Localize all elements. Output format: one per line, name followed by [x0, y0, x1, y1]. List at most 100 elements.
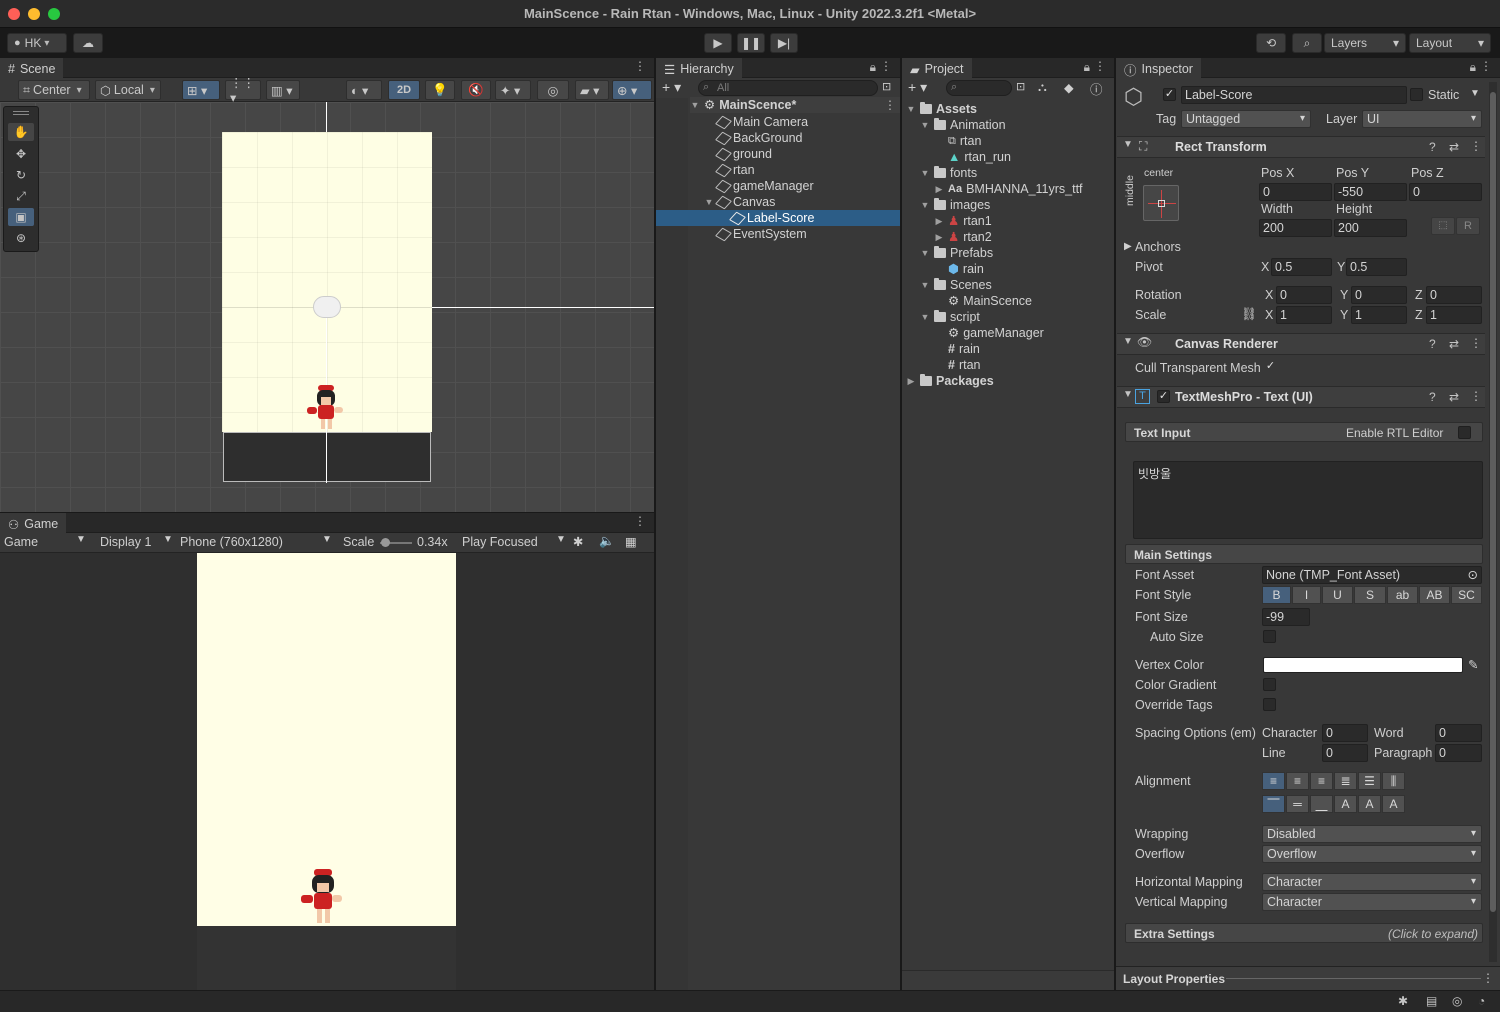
collapsed-arrow-icon[interactable]: ▶: [1124, 241, 1132, 252]
overflow-dropdown[interactable]: Overflow: [1262, 845, 1482, 863]
hierarchy-item[interactable]: EventSystem: [714, 226, 807, 242]
cache-server-icon[interactable]: ▤: [1426, 994, 1437, 1008]
scrollbar-thumb[interactable]: [1490, 92, 1496, 912]
local-space-dropdown[interactable]: ⬡ Local: [95, 80, 161, 100]
label-icon[interactable]: ◆: [1064, 80, 1074, 95]
wrapping-dropdown[interactable]: Disabled: [1262, 825, 1482, 843]
blueprint-mode-icon[interactable]: ⬚: [1431, 217, 1455, 235]
font-asset-field[interactable]: None (TMP_Font Asset) ⊙: [1262, 566, 1482, 584]
effects-dropdown[interactable]: ✦ ▾: [495, 80, 531, 100]
project-item[interactable]: ⬢ rain: [948, 261, 984, 277]
pause-button[interactable]: ❚❚: [737, 33, 765, 53]
paragraph-spacing-field[interactable]: 0: [1435, 744, 1482, 762]
object-name-field[interactable]: Label-Score: [1181, 86, 1407, 104]
extra-settings-header[interactable]: Extra Settings (Click to expand): [1125, 923, 1483, 943]
grid-visibility-button[interactable]: ⋮⋮ ▾: [225, 76, 261, 105]
project-item[interactable]: # rtan: [948, 357, 981, 373]
lighting-toggle[interactable]: 💡: [425, 80, 455, 100]
vertical-mapping-dropdown[interactable]: Character: [1262, 893, 1482, 911]
project-folder-packages[interactable]: ▶ Packages: [906, 373, 994, 389]
warning-icon[interactable]: ⓘ: [1090, 79, 1103, 98]
grid-snap-button[interactable]: ⊞ ▾: [182, 80, 220, 100]
align-capline-icon[interactable]: A: [1382, 795, 1405, 813]
align-top-icon[interactable]: ⎺: [1262, 795, 1285, 813]
hierarchy-search-input[interactable]: ⌕ All: [698, 80, 878, 96]
hierarchy-scene-row[interactable]: ▼ ⚙ MainScence*: [690, 97, 900, 113]
more-menu-icon[interactable]: ⋮: [1480, 59, 1492, 73]
layout-properties-bar[interactable]: Layout Properties ⋮: [1116, 966, 1500, 990]
search-button[interactable]: ⌕: [1292, 33, 1322, 53]
lock-icon[interactable]: 🔒︎: [870, 60, 876, 75]
preset-icon[interactable]: ⇄: [1449, 337, 1459, 351]
rotation-y-field[interactable]: 0: [1351, 286, 1407, 304]
static-checkbox[interactable]: [1410, 88, 1423, 101]
preset-icon[interactable]: ⇄: [1449, 390, 1459, 404]
align-geometry-center-icon[interactable]: ⫼: [1382, 772, 1405, 790]
scale-z-field[interactable]: 1: [1426, 306, 1482, 324]
tag-dropdown[interactable]: Untagged: [1181, 110, 1311, 128]
bold-toggle[interactable]: B: [1262, 586, 1291, 604]
resolution-dropdown[interactable]: Phone (760x1280): [180, 535, 283, 549]
project-item[interactable]: ▲ rtan_run: [948, 149, 1011, 165]
game-viewport[interactable]: [0, 553, 654, 990]
move-tool-icon[interactable]: ✥: [8, 145, 34, 163]
tab-game[interactable]: ⚇ Game: [0, 513, 67, 533]
lock-icon[interactable]: 🔒︎: [1084, 60, 1090, 75]
rtl-editor-checkbox[interactable]: [1458, 426, 1471, 439]
auto-size-checkbox[interactable]: [1263, 630, 1276, 643]
audio-icon[interactable]: 🔈: [599, 534, 615, 549]
more-menu-icon[interactable]: ⋮: [1482, 971, 1494, 985]
project-item[interactable]: ⧉ rtan: [948, 133, 981, 149]
visibility-toggle[interactable]: ◎: [537, 80, 569, 100]
help-icon[interactable]: ?: [1429, 337, 1436, 351]
tab-hierarchy[interactable]: ☰ Hierarchy: [656, 58, 742, 78]
text-input-area[interactable]: 빗방울: [1133, 461, 1483, 539]
chevron-down-icon[interactable]: ▼: [1470, 88, 1480, 99]
game-view-dropdown[interactable]: Game: [4, 535, 38, 549]
override-tags-checkbox[interactable]: [1263, 698, 1276, 711]
increment-snap-button[interactable]: ▥ ▾: [266, 80, 300, 100]
pivot-y-field[interactable]: 0.5: [1346, 258, 1407, 276]
component-enabled-checkbox[interactable]: ✓: [1157, 390, 1170, 403]
tab-scene[interactable]: # Scene: [0, 58, 64, 78]
height-field[interactable]: 200: [1334, 219, 1407, 237]
object-picker-icon[interactable]: ⊙: [1468, 567, 1478, 583]
project-item[interactable]: ▶ ♟ rtan1: [934, 213, 992, 229]
more-menu-icon[interactable]: ⋮: [1470, 139, 1482, 153]
search-options-icon[interactable]: ⊡: [1016, 80, 1025, 93]
lowercase-toggle[interactable]: ab: [1387, 586, 1418, 604]
more-menu-icon[interactable]: ⋮: [884, 98, 896, 112]
character-spacing-field[interactable]: 0: [1322, 724, 1368, 742]
italic-toggle[interactable]: I: [1292, 586, 1321, 604]
tab-inspector[interactable]: ⓘ Inspector: [1116, 58, 1201, 78]
project-item[interactable]: # rain: [948, 341, 980, 357]
scale-slider-thumb[interactable]: [381, 538, 390, 547]
scale-y-field[interactable]: 1: [1351, 306, 1407, 324]
horizontal-mapping-dropdown[interactable]: Character: [1262, 873, 1482, 891]
search-options-icon[interactable]: ⊡: [882, 80, 891, 93]
align-right-icon[interactable]: ≡: [1310, 772, 1333, 790]
pivot-x-field[interactable]: 0.5: [1271, 258, 1332, 276]
more-menu-icon[interactable]: ⋮: [1470, 336, 1482, 350]
preset-icon[interactable]: ⇄: [1449, 140, 1459, 154]
more-menu-icon[interactable]: ⋮: [1094, 59, 1106, 73]
rotation-z-field[interactable]: 0: [1426, 286, 1482, 304]
line-spacing-field[interactable]: 0: [1322, 744, 1368, 762]
help-icon[interactable]: ?: [1429, 140, 1436, 154]
hand-tool-icon[interactable]: ✋: [8, 123, 34, 141]
2d-toggle[interactable]: 2D: [388, 80, 420, 100]
inspector-scrollbar[interactable]: [1489, 82, 1497, 962]
scene-viewport[interactable]: [0, 102, 654, 512]
layers-dropdown[interactable]: Layers ▾: [1324, 33, 1406, 53]
scale-x-field[interactable]: 1: [1276, 306, 1332, 324]
add-icon[interactable]: + ▾: [662, 79, 681, 96]
layer-dropdown[interactable]: UI: [1362, 110, 1482, 128]
project-folder[interactable]: ▼ Scenes: [920, 277, 992, 293]
debug-icon[interactable]: ✱: [1398, 994, 1408, 1008]
project-folder[interactable]: ▼ Animation: [920, 117, 1006, 133]
posx-field[interactable]: 0: [1259, 183, 1332, 201]
rect-transform-header[interactable]: ▼ ⛶ Rect Transform ? ⇄ ⋮: [1117, 136, 1485, 158]
smallcaps-toggle[interactable]: SC: [1451, 586, 1482, 604]
rotate-tool-icon[interactable]: ↻: [8, 166, 34, 184]
lock-icon[interactable]: 🔒︎: [1470, 60, 1476, 75]
